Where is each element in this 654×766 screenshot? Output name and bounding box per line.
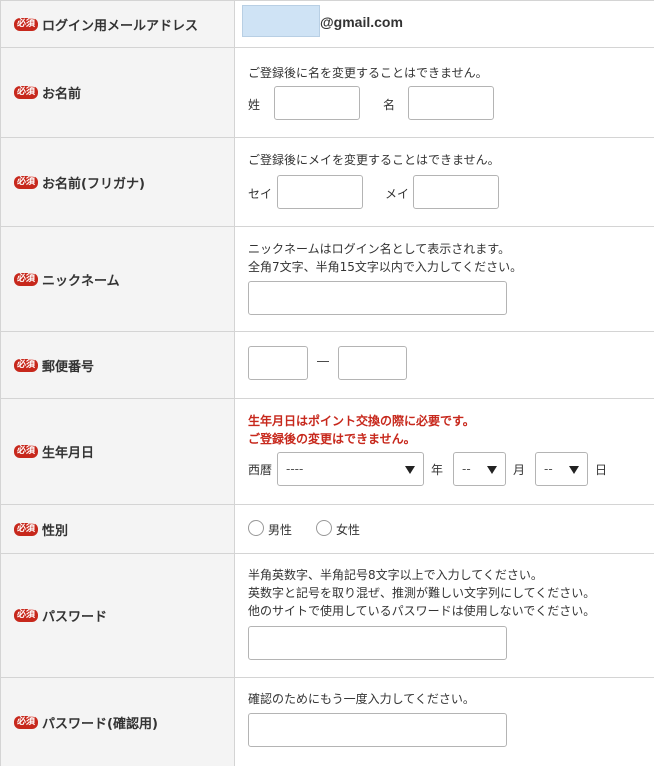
label-nickname: ニックネーム	[42, 273, 120, 289]
field-cell-password-confirm: 確認のためにもう一度入力してください。	[235, 678, 654, 766]
birth-year-value: ----	[286, 462, 304, 476]
row-gender: 必須 性別 男性 女性	[0, 505, 654, 554]
birth-day-select[interactable]: --	[535, 452, 588, 486]
birth-month-value: --	[462, 462, 471, 476]
label-name-kana: お名前(フリガナ)	[42, 176, 145, 192]
postal-code-second-input[interactable]	[338, 346, 407, 380]
label-cell-password-confirm: 必須 パスワード(確認用)	[0, 678, 235, 766]
nickname-input[interactable]	[248, 281, 507, 315]
required-badge: 必須	[14, 445, 39, 458]
dropdown-arrow-icon	[487, 466, 497, 474]
first-kana-label: メイ	[385, 187, 410, 201]
row-postal: 必須 郵便番号 ―	[0, 332, 654, 399]
row-name: 必須 お名前 ご登録後に名を変更することはできません。 姓 名	[0, 48, 654, 138]
nickname-note-2: 全角7文字、半角15文字以内で入力してください。	[248, 260, 523, 274]
password-input[interactable]	[248, 626, 507, 660]
required-badge: 必須	[14, 17, 39, 31]
row-password-confirm: 必須 パスワード(確認用) 確認のためにもう一度入力してください。	[0, 678, 654, 766]
gender-male-radio[interactable]	[248, 520, 264, 536]
field-cell-gender: 男性 女性	[235, 505, 654, 553]
birth-day-value: --	[544, 462, 553, 476]
required-badge: 必須	[14, 522, 39, 536]
label-cell-kana: 必須 お名前(フリガナ)	[0, 138, 235, 226]
label-birthday: 生年月日	[42, 446, 95, 461]
day-label: 日	[595, 463, 608, 477]
required-badge: 必須	[14, 358, 39, 372]
birthday-note-1: 生年月日はポイント交換の際に必要です。	[248, 414, 475, 428]
registration-form: 必須 ログイン用メールアドレス @gmail.com 必須 お名前 ご登録後に名…	[0, 0, 654, 766]
label-cell-name: 必須 お名前	[0, 48, 235, 137]
last-name-input[interactable]	[274, 86, 360, 120]
row-nickname: 必須 ニックネーム ニックネームはログイン名として表示されます。 全角7文字、半…	[0, 227, 654, 332]
label-postal: 郵便番号	[42, 359, 95, 375]
label-password-confirm: パスワード(確認用)	[42, 716, 158, 732]
kana-note: ご登録後にメイを変更することはできません。	[248, 153, 500, 167]
birthday-note-2: ご登録後の変更はできません。	[248, 432, 416, 446]
email-local-part-redacted	[242, 5, 320, 37]
last-kana-label: セイ	[248, 187, 273, 201]
birth-year-select[interactable]: ----	[277, 452, 424, 486]
dropdown-arrow-icon	[569, 466, 579, 474]
dropdown-arrow-icon	[405, 466, 415, 474]
password-confirm-note: 確認のためにもう一度入力してください。	[248, 692, 475, 706]
email-domain: @gmail.com	[320, 14, 403, 30]
required-badge: 必須	[14, 715, 39, 729]
label-gender: 性別	[42, 523, 69, 539]
required-badge: 必須	[14, 175, 39, 189]
label-password: パスワード	[42, 610, 108, 625]
postal-separator: ―	[317, 354, 329, 368]
first-name-kana-input[interactable]	[413, 175, 499, 209]
password-confirm-input[interactable]	[248, 713, 507, 747]
month-label: 月	[513, 463, 526, 477]
label-email: ログイン用メールアドレス	[42, 18, 199, 34]
required-badge: 必須	[14, 272, 39, 286]
name-note: ご登録後に名を変更することはできません。	[248, 66, 488, 80]
password-note-2: 英数字と記号を取り混ぜ、推測が難しい文字列にしてください。	[248, 586, 596, 600]
label-cell-email: 必須 ログイン用メールアドレス	[0, 1, 235, 47]
required-badge: 必須	[14, 609, 39, 622]
field-cell-password: 半角英数字、半角記号8文字以上で入力してください。 英数字と記号を取り混ぜ、推測…	[235, 554, 654, 677]
password-note-3: 他のサイトで使用しているパスワードは使用しないでください。	[248, 604, 596, 618]
nickname-note-1: ニックネームはログイン名として表示されます。	[248, 242, 511, 256]
era-label: 西暦	[248, 463, 273, 477]
label-cell-nickname: 必須 ニックネーム	[0, 227, 235, 331]
row-password: 必須 パスワード 半角英数字、半角記号8文字以上で入力してください。 英数字と記…	[0, 554, 654, 678]
gender-male-label[interactable]: 男性	[268, 521, 292, 538]
label-cell-postal: 必須 郵便番号	[0, 332, 235, 398]
first-name-input[interactable]	[408, 86, 494, 120]
postal-code-first-input[interactable]	[248, 346, 308, 380]
required-badge: 必須	[14, 86, 39, 99]
password-note-1: 半角英数字、半角記号8文字以上で入力してください。	[248, 568, 543, 582]
field-cell-nickname: ニックネームはログイン名として表示されます。 全角7文字、半角15文字以内で入力…	[235, 227, 654, 331]
field-cell-email: @gmail.com	[235, 1, 654, 47]
birth-month-select[interactable]: --	[453, 452, 506, 486]
label-name: お名前	[42, 87, 82, 102]
row-email: 必須 ログイン用メールアドレス @gmail.com	[0, 1, 654, 48]
label-cell-birthday: 必須 生年月日	[0, 399, 235, 504]
row-name-kana: 必須 お名前(フリガナ) ご登録後にメイを変更することはできません。 セイ メイ	[0, 138, 654, 227]
last-name-kana-input[interactable]	[277, 175, 363, 209]
field-cell-postal: ―	[235, 332, 654, 398]
year-label: 年	[431, 463, 444, 477]
label-cell-password: 必須 パスワード	[0, 554, 235, 677]
field-cell-birthday: 生年月日はポイント交換の際に必要です。 ご登録後の変更はできません。 西暦 --…	[235, 399, 654, 504]
row-birthday: 必須 生年月日 生年月日はポイント交換の際に必要です。 ご登録後の変更はできませ…	[0, 399, 654, 505]
field-cell-name: ご登録後に名を変更することはできません。 姓 名	[235, 48, 654, 137]
gender-female-radio[interactable]	[316, 520, 332, 536]
label-cell-gender: 必須 性別	[0, 505, 235, 553]
field-cell-kana: ご登録後にメイを変更することはできません。 セイ メイ	[235, 138, 654, 226]
first-name-label: 名	[383, 98, 396, 112]
gender-female-label[interactable]: 女性	[336, 521, 360, 538]
last-name-label: 姓	[248, 98, 261, 112]
